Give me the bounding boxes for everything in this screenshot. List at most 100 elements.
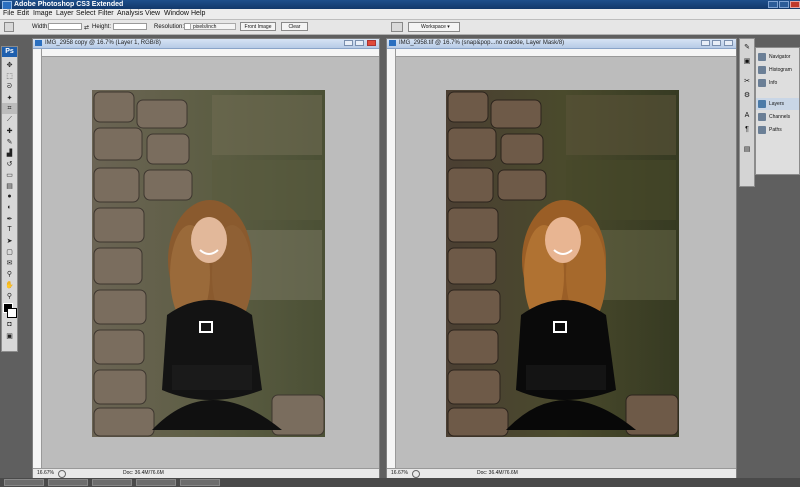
history-icon[interactable]: ✂ — [740, 75, 754, 87]
taskbar-item[interactable] — [136, 479, 176, 486]
document-window-2[interactable]: IMG_2958.tif @ 16.7% (snap&pop...no crac… — [386, 38, 737, 479]
background-color-swatch[interactable] — [7, 308, 17, 318]
zoom-level[interactable]: 16.67% — [37, 469, 54, 478]
status-menu-icon[interactable] — [58, 470, 66, 478]
zoom-level[interactable]: 16.67% — [391, 469, 408, 478]
resolution-unit-select[interactable]: pixels/inch — [190, 23, 236, 30]
document-2-minimize-icon[interactable] — [701, 40, 710, 46]
hand-icon[interactable]: ✋ — [2, 279, 17, 290]
actions-icon[interactable]: ⚙ — [740, 89, 754, 101]
dodge-icon[interactable]: ◐ — [2, 202, 17, 213]
photo-muted[interactable] — [92, 90, 325, 437]
panel-histogram[interactable]: Histogram — [756, 64, 799, 76]
document-1-close-icon[interactable] — [367, 40, 376, 46]
close-window-icon[interactable] — [790, 1, 800, 8]
navigator-icon — [758, 53, 766, 61]
panel-navigator-label: Navigator — [769, 54, 791, 60]
taskbar-item[interactable] — [4, 479, 44, 486]
portrait-image — [92, 90, 325, 437]
expanded-panels: Navigator Histogram Info Layers Channels… — [755, 47, 800, 175]
character-icon[interactable]: A — [740, 109, 754, 121]
options-bar: Width: ⇄ Height: Resolution: pixels/inch… — [0, 20, 800, 35]
bottom-taskbar — [0, 478, 800, 487]
menu-image[interactable]: Image — [33, 10, 52, 18]
panel-channels[interactable]: Channels — [756, 111, 799, 123]
menu-window[interactable]: Window — [164, 10, 189, 18]
crop-icon[interactable]: ⌗ — [2, 103, 17, 114]
shape-icon[interactable]: ▢ — [2, 246, 17, 257]
taskbar-item[interactable] — [48, 479, 88, 486]
panel-dock: ✎ ▣ ✂ ⚙ A ¶ ▤ Navigator Histogram Info L… — [739, 38, 800, 187]
pen-icon[interactable]: ✒ — [2, 213, 17, 224]
document-2-close-icon[interactable] — [724, 40, 733, 46]
taskbar-item[interactable] — [180, 479, 220, 486]
document-1-maximize-icon[interactable] — [355, 40, 364, 46]
type-icon[interactable]: T — [2, 224, 17, 235]
menu-edit[interactable]: Edit — [17, 10, 29, 18]
eyedropper-icon[interactable]: ⚲ — [2, 268, 17, 279]
layers-icon — [758, 100, 766, 108]
app-titlebar: Adobe Photoshop CS3 Extended — [0, 0, 800, 10]
document-window-1[interactable]: IMG_2958 copy @ 16.7% (Layer 1, RGB/8) 1… — [32, 38, 380, 479]
info-icon — [758, 79, 766, 87]
workspace-button[interactable]: Workspace ▾ — [408, 22, 460, 32]
menu-analysis[interactable]: Analysis — [117, 10, 143, 18]
vertical-ruler — [387, 49, 396, 468]
document-icon — [389, 40, 396, 46]
lasso-icon[interactable]: ᘐ — [2, 81, 17, 92]
stamp-icon[interactable]: ▟ — [2, 147, 17, 158]
menu-layer[interactable]: Layer — [56, 10, 74, 18]
menu-select[interactable]: Select — [76, 10, 95, 18]
bridge-icon[interactable] — [391, 22, 403, 32]
panel-info[interactable]: Info — [756, 77, 799, 89]
brushes-icon[interactable]: ✎ — [740, 41, 754, 53]
blur-icon[interactable]: ● — [2, 191, 17, 202]
photo-punchy[interactable] — [446, 90, 679, 437]
marquee-icon[interactable]: ⬚ — [2, 70, 17, 81]
maximize-window-icon[interactable] — [779, 1, 789, 8]
panel-histogram-label: Histogram — [769, 67, 792, 73]
healing-icon[interactable]: ✚ — [2, 125, 17, 136]
height-field[interactable] — [113, 23, 147, 30]
paragraph-icon[interactable]: ¶ — [740, 123, 754, 135]
menu-view[interactable]: View — [145, 10, 160, 18]
panel-paths[interactable]: Paths — [756, 124, 799, 136]
layer-comps-icon[interactable]: ▤ — [740, 143, 754, 155]
taskbar-item[interactable] — [92, 479, 132, 486]
front-image-button[interactable]: Front Image — [240, 22, 276, 31]
quick-mask-icon[interactable]: ◘ — [2, 319, 17, 330]
clear-button[interactable]: Clear — [281, 22, 308, 31]
document-1-title-text: IMG_2958 copy @ 16.7% (Layer 1, RGB/8) — [45, 40, 161, 46]
magic-wand-icon[interactable]: ✦ — [2, 92, 17, 103]
document-2-maximize-icon[interactable] — [712, 40, 721, 46]
move-icon[interactable]: ✥ — [2, 59, 17, 70]
panel-layers[interactable]: Layers — [756, 98, 799, 110]
zoom-icon[interactable]: ⚲ — [2, 290, 17, 301]
gradient-icon[interactable]: ▤ — [2, 180, 17, 191]
eraser-icon[interactable]: ▭ — [2, 169, 17, 180]
panel-paths-label: Paths — [769, 127, 782, 133]
menu-filter[interactable]: Filter — [98, 10, 114, 18]
panel-navigator[interactable]: Navigator — [756, 51, 799, 63]
crop-tool-preset-icon[interactable] — [4, 22, 14, 32]
tool-presets-icon[interactable]: ▣ — [740, 55, 754, 67]
color-swatches[interactable] — [2, 301, 17, 319]
document-icon — [35, 40, 42, 46]
minimize-window-icon[interactable] — [768, 1, 778, 8]
path-select-icon[interactable]: ➤ — [2, 235, 17, 246]
menu-file[interactable]: File — [3, 10, 14, 18]
slice-icon[interactable]: ⟋ — [2, 114, 17, 125]
horizontal-ruler — [395, 49, 736, 57]
status-menu-icon[interactable] — [412, 470, 420, 478]
history-brush-icon[interactable]: ↺ — [2, 158, 17, 169]
swap-dimensions-icon[interactable]: ⇄ — [84, 24, 89, 31]
brush-icon[interactable]: ✎ — [2, 136, 17, 147]
width-label: Width: — [32, 24, 50, 30]
menu-help[interactable]: Help — [191, 10, 205, 18]
document-1-canvas[interactable] — [42, 57, 379, 468]
document-2-canvas[interactable] — [396, 57, 736, 468]
document-1-minimize-icon[interactable] — [344, 40, 353, 46]
notes-icon[interactable]: ✉ — [2, 257, 17, 268]
screen-mode-icon[interactable]: ▣ — [2, 330, 17, 341]
width-field[interactable] — [48, 23, 82, 30]
